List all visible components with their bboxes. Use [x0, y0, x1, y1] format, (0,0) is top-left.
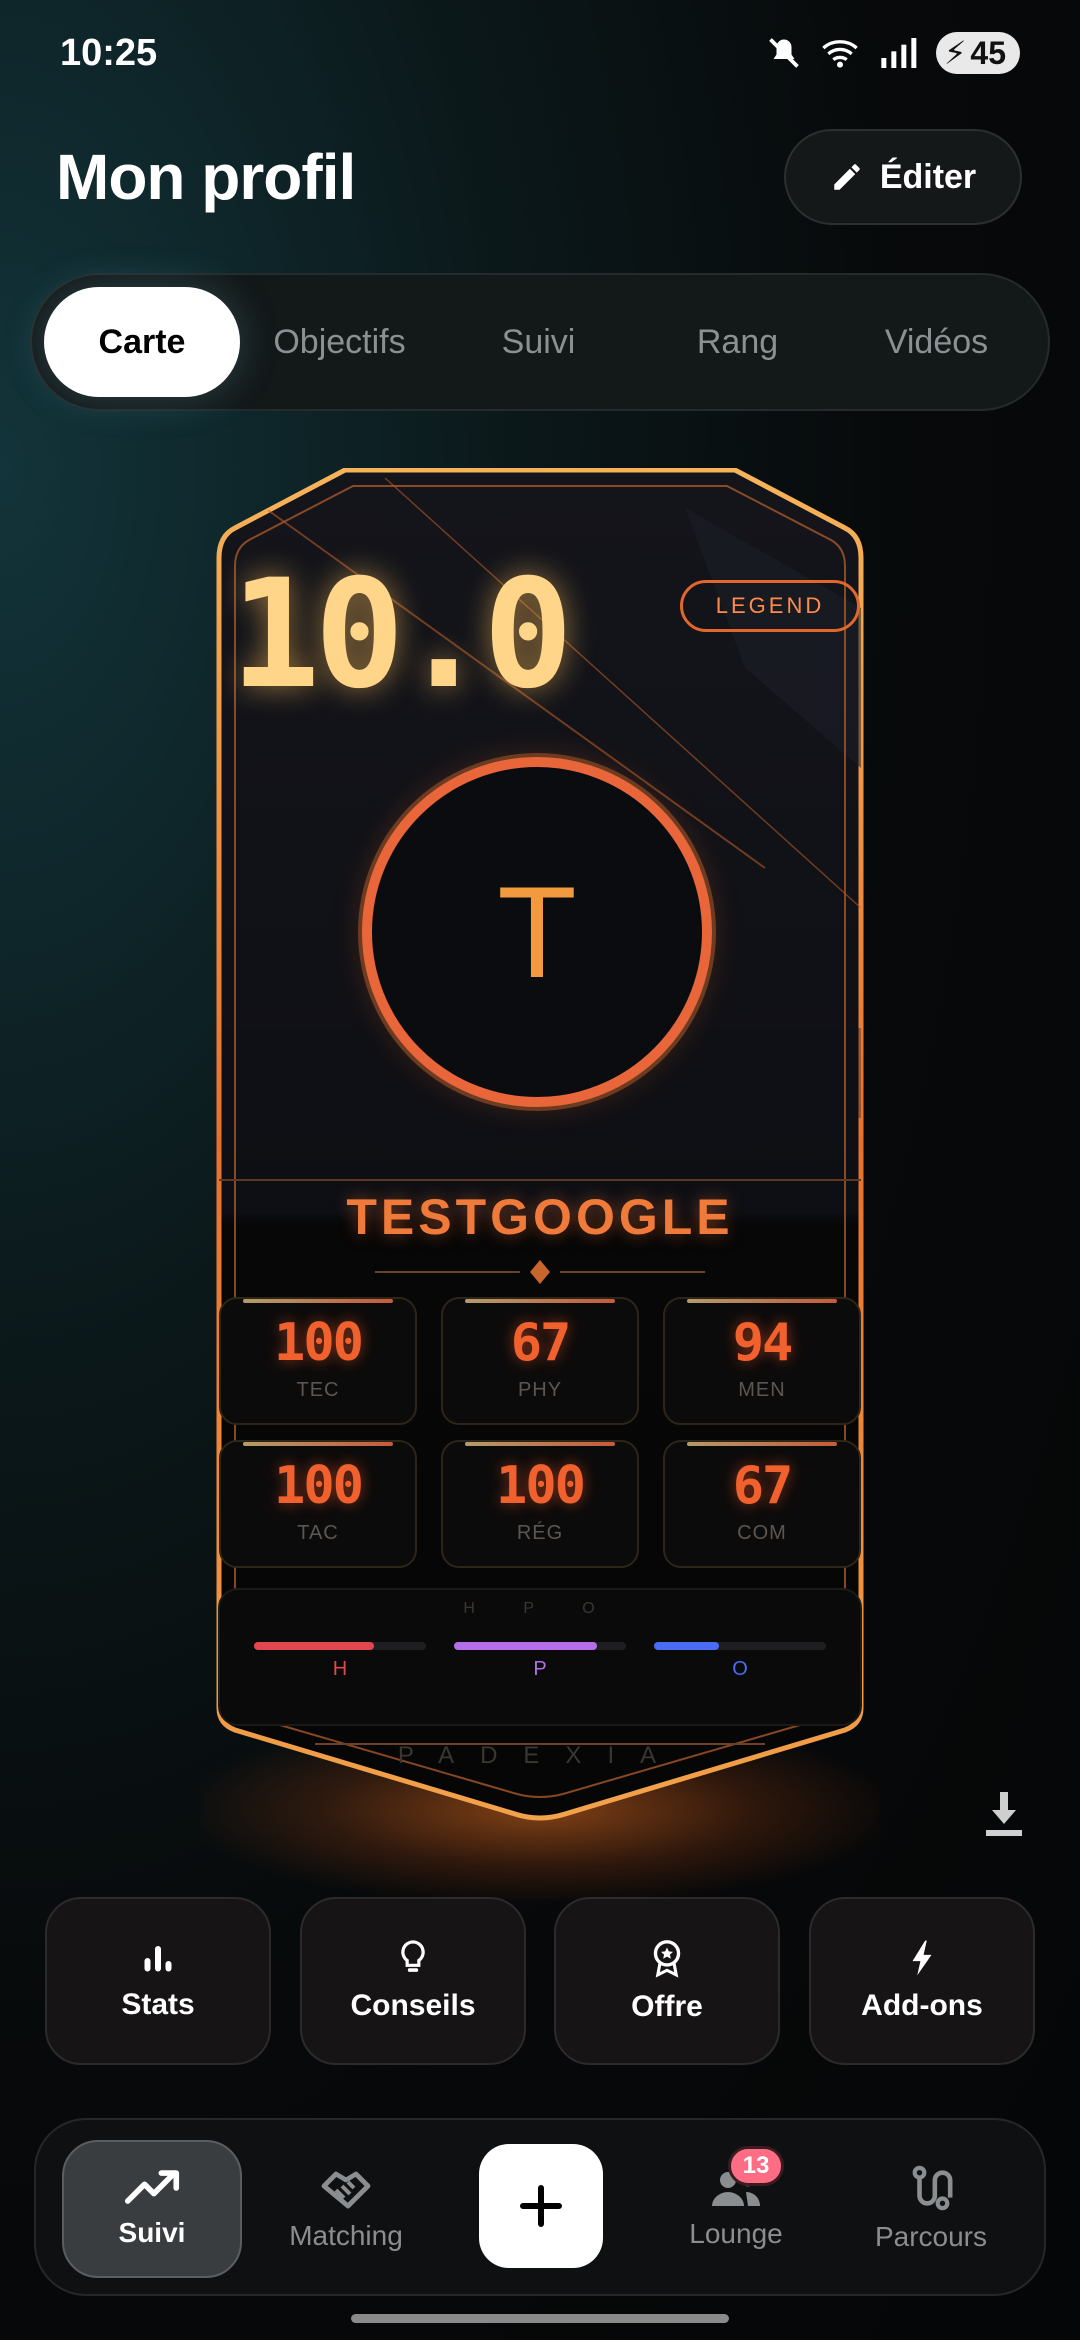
lightbulb-icon [401, 1940, 425, 1972]
nav-suivi[interactable]: Suivi [62, 2140, 242, 2278]
stat-reg: 100 RÉG [441, 1440, 639, 1568]
nav-label: Parcours [874, 2221, 988, 2252]
meter-label: P [533, 1658, 547, 1680]
meter-o: O [654, 1642, 826, 1681]
home-indicator[interactable] [351, 2314, 729, 2323]
battery-level: 45 [970, 34, 1006, 71]
stat-value: 94 [732, 1313, 794, 1373]
stat-label: TAC [297, 1522, 339, 1544]
action-label: Conseils [350, 1989, 476, 2022]
page-title: Mon profil [56, 141, 356, 213]
edit-profile-button[interactable]: Éditer [784, 129, 1022, 225]
meter-fill [454, 1642, 597, 1650]
stat-tec: 100 TEC [219, 1297, 417, 1425]
stat-phy: 67 PHY [441, 1297, 639, 1425]
nav-parcours[interactable]: Parcours [841, 2140, 1021, 2278]
tab-videos[interactable]: Vidéos [837, 287, 1036, 397]
nav-label: Suivi [118, 2217, 186, 2248]
action-label: Stats [121, 1988, 195, 2021]
pencil-icon [834, 164, 860, 190]
add-button[interactable] [479, 2144, 603, 2268]
tab-objectifs[interactable]: Objectifs [240, 287, 439, 397]
profile-tabs: Carte Objectifs Suivi Rang Vidéos [30, 273, 1050, 411]
route-icon [912, 2165, 953, 2211]
stats-button[interactable]: Stats [45, 1897, 271, 2065]
stat-label: MEN [738, 1379, 786, 1401]
tab-rang[interactable]: Rang [638, 287, 837, 397]
status-time: 10:25 [60, 32, 158, 74]
battery-indicator: ⚡ 45 [935, 32, 1020, 74]
stat-label: COM [737, 1522, 787, 1544]
meter-label: H [332, 1658, 348, 1680]
hpo-title: H P O [463, 1600, 617, 1617]
signal-icon [881, 38, 917, 68]
stat-com: 67 COM [663, 1440, 861, 1568]
bar-chart-icon [144, 1946, 172, 1972]
nav-label: Lounge [689, 2218, 783, 2249]
plus-icon [520, 2185, 562, 2227]
meter-fill [254, 1642, 375, 1650]
trending-up-icon [124, 2170, 180, 2204]
card-brand: PADEXIA [397, 1742, 683, 1769]
lightning-icon [912, 1940, 932, 1976]
stat-tac: 100 TAC [219, 1440, 417, 1568]
wifi-icon [822, 40, 858, 68]
nav-matching[interactable]: Matching [256, 2140, 436, 2278]
charging-icon: ⚡ [943, 35, 967, 71]
player-rating: 10.0 [230, 548, 573, 722]
stat-value: 100 [274, 1313, 364, 1373]
stat-bar [465, 1442, 615, 1446]
stat-value: 100 [274, 1456, 364, 1516]
stat-value: 67 [732, 1456, 794, 1516]
notification-badge: 13 [728, 2146, 784, 2186]
mute-icon [769, 38, 799, 68]
player-name: TESTGOOGLE [346, 1189, 734, 1245]
stat-label: PHY [517, 1379, 563, 1401]
offre-button[interactable]: Offre [554, 1897, 780, 2065]
action-label: Offre [631, 1990, 703, 2023]
award-icon [653, 1940, 681, 1978]
tab-carte[interactable]: Carte [44, 287, 240, 397]
stat-bar [243, 1442, 393, 1446]
conseils-button[interactable]: Conseils [300, 1897, 526, 2065]
hpo-panel: H P O H P O [218, 1588, 862, 1726]
avatar[interactable]: T [362, 757, 712, 1107]
stat-value: 100 [496, 1456, 586, 1516]
avatar-initial: T [497, 859, 577, 1005]
stat-bar [243, 1299, 393, 1303]
tab-suivi[interactable]: Suivi [439, 287, 638, 397]
stat-bar [687, 1442, 837, 1446]
meter-p: P [454, 1642, 626, 1681]
meter-h: H [254, 1642, 426, 1681]
meter-fill [654, 1642, 720, 1650]
stat-label: TEC [296, 1379, 340, 1401]
nav-label: Matching [289, 2220, 403, 2251]
bottom-nav: Suivi Matching Lounge 13 Parcours [34, 2118, 1046, 2296]
edit-label: Éditer [879, 157, 977, 196]
meter-label: O [732, 1658, 748, 1680]
stat-men: 94 MEN [663, 1297, 861, 1425]
stat-bar [687, 1299, 837, 1303]
addons-button[interactable]: Add-ons [809, 1897, 1035, 2065]
status-icons: ⚡ 45 [766, 32, 1020, 74]
tier-badge: LEGEND [680, 580, 860, 632]
stat-bar [465, 1299, 615, 1303]
stat-value: 67 [510, 1313, 572, 1373]
download-icon[interactable] [984, 1790, 1024, 1838]
handshake-icon [321, 2171, 371, 2209]
action-label: Add-ons [861, 1989, 983, 2022]
stat-label: RÉG [516, 1522, 564, 1544]
